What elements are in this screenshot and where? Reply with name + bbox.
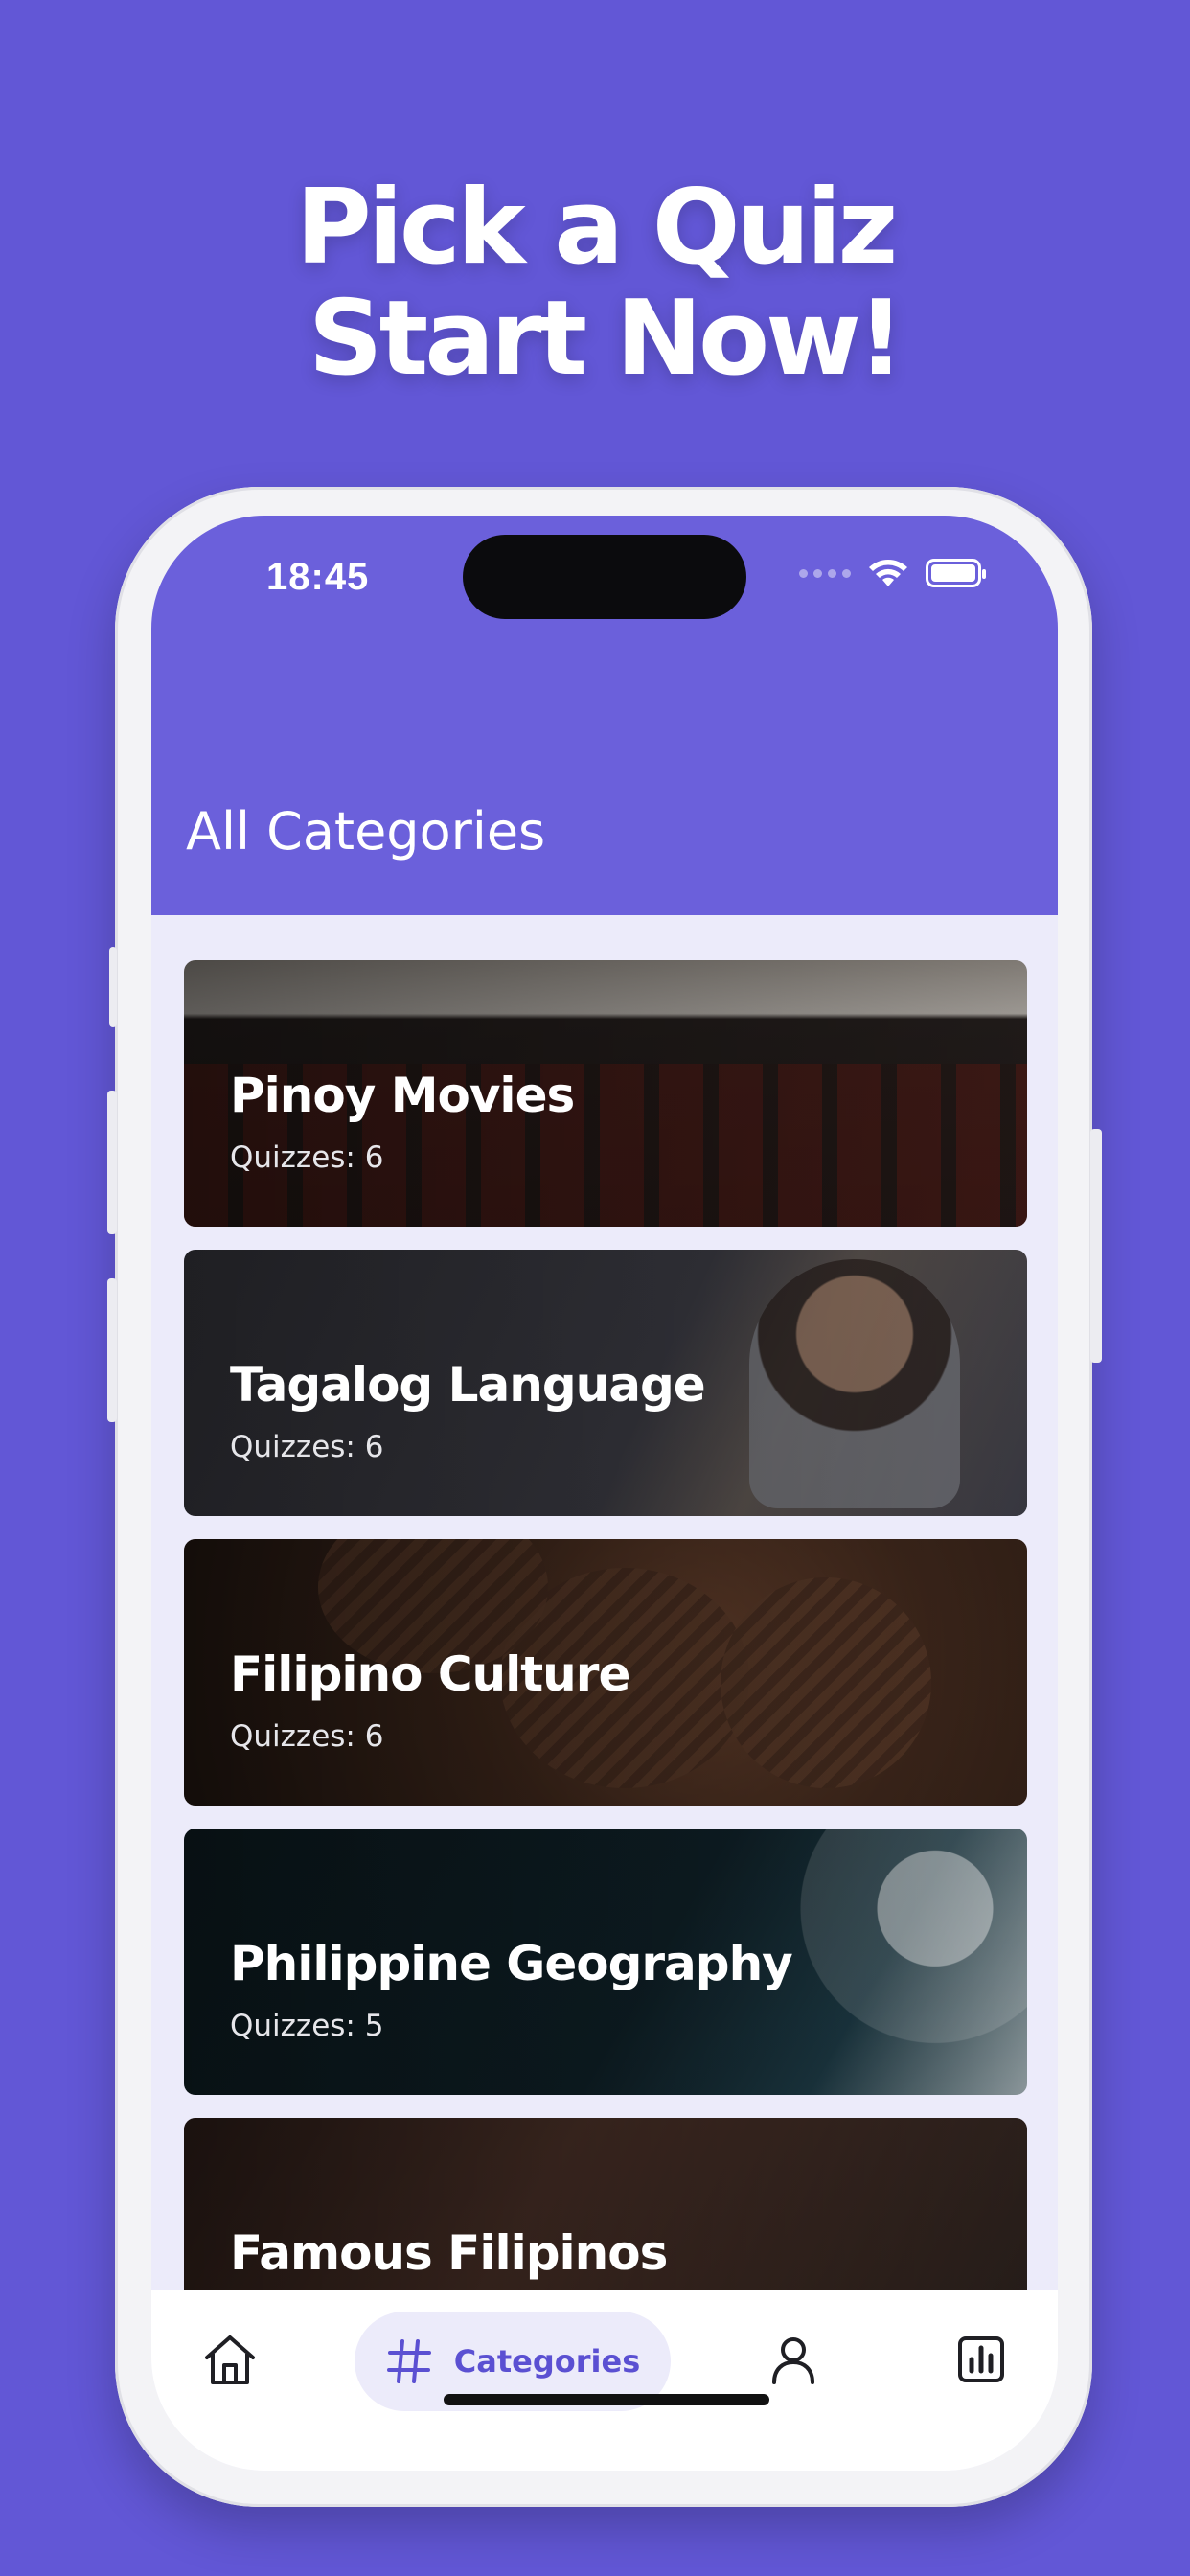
category-card-filipino-culture[interactable]: Filipino Culture Quizzes: 6 [184, 1539, 1027, 1806]
home-indicator[interactable] [444, 2394, 769, 2405]
phone-power-button [1090, 1129, 1102, 1363]
phone-volume-up-button [107, 1091, 117, 1234]
phone-volume-down-button [107, 1278, 117, 1422]
category-quiz-count: Quizzes: 6 [230, 1140, 384, 1175]
category-title: Filipino Culture [230, 1646, 630, 1702]
category-card-tagalog-language[interactable]: Tagalog Language Quizzes: 6 [184, 1250, 1027, 1516]
app-header: 18:45 All Categories [151, 516, 1058, 915]
bottom-tab-bar: Categories [151, 2290, 1058, 2471]
signal-dots-icon [799, 568, 851, 578]
promo-line-1: Pick a Quiz [295, 168, 899, 288]
dynamic-island [463, 535, 746, 619]
status-icons [799, 558, 986, 588]
promo-line-2: Start Now! [308, 279, 904, 399]
tab-categories-label: Categories [453, 2343, 641, 2380]
person-icon [772, 2337, 814, 2384]
tab-home[interactable] [201, 2331, 259, 2388]
category-list[interactable]: Pinoy Movies Quizzes: 6 Tagalog Language… [184, 960, 1027, 2407]
category-card-pinoy-movies[interactable]: Pinoy Movies Quizzes: 6 [184, 960, 1027, 1227]
category-title: Tagalog Language [230, 1357, 706, 1413]
home-icon [205, 2335, 255, 2384]
category-quiz-count: Quizzes: 6 [230, 1719, 384, 1754]
category-quiz-count: Quizzes: 6 [230, 1430, 384, 1464]
category-card-philippine-geography[interactable]: Philippine Geography Quizzes: 5 [184, 1828, 1027, 2095]
status-time: 18:45 [266, 556, 370, 598]
phone-side-button [109, 947, 117, 1027]
wifi-icon [869, 560, 907, 586]
promo-headline: Pick a Quiz Start Now! [0, 172, 1190, 395]
page-title: All Categories [186, 801, 546, 862]
category-title: Philippine Geography [230, 1936, 793, 1991]
bar-chart-icon [958, 2336, 1004, 2382]
hashtag-icon [386, 2339, 431, 2383]
category-quiz-count: Quizzes: 5 [230, 2009, 384, 2043]
tab-profile[interactable] [767, 2333, 820, 2386]
phone-screen: 18:45 All Categories Pinoy Movies Quizze… [151, 516, 1058, 2471]
category-title: Famous Filipinos [230, 2225, 668, 2281]
battery-icon [926, 559, 986, 587]
category-title: Pinoy Movies [230, 1068, 575, 1123]
tab-stats[interactable] [954, 2333, 1008, 2386]
